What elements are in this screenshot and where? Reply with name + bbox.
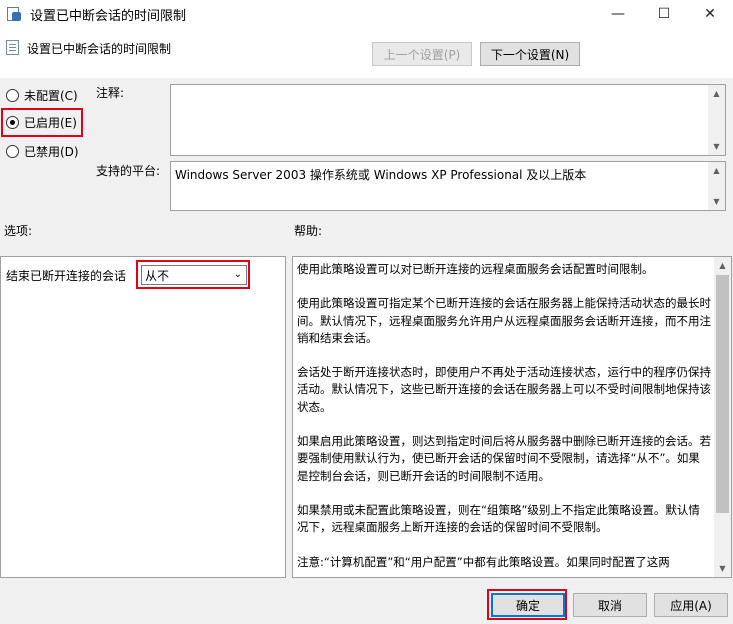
help-paragraph: 使用此策略设置可指定某个已断开连接的会话在服务器上能保持活动状态的最长时间。默认… bbox=[297, 296, 711, 345]
prev-setting-button[interactable]: 上一个设置(P) bbox=[372, 42, 472, 66]
help-label: 帮助: bbox=[294, 224, 323, 238]
next-setting-button[interactable]: 下一个设置(N) bbox=[480, 42, 580, 66]
title-bar: 设置已中断会话的时间限制 — ☐ ✕ bbox=[0, 0, 733, 28]
radio-disabled[interactable]: 已禁用(D) bbox=[6, 141, 79, 161]
highlight-box-select bbox=[136, 260, 250, 289]
apply-button[interactable]: 应用(A) bbox=[654, 593, 728, 617]
maximize-button[interactable]: ☐ bbox=[641, 0, 687, 28]
help-paragraph: 会话处于断开连接状态时，即使用户不再处于活动连接状态，运行中的程序仍保持活动。默… bbox=[297, 365, 711, 414]
disconnect-limit-label: 结束已断开连接的会话 bbox=[6, 269, 127, 283]
scroll-down-icon[interactable]: ▼ bbox=[708, 193, 725, 210]
platform-label: 支持的平台: bbox=[96, 164, 161, 178]
comment-textarea[interactable]: ▲ ▼ bbox=[170, 84, 726, 156]
comment-label: 注释: bbox=[96, 86, 125, 100]
help-paragraph: 注意:“计算机配置”和“用户配置”中都有此策略设置。如果同时配置了这两 bbox=[297, 554, 670, 569]
platform-text: Windows Server 2003 操作系统或 Windows XP Pro… bbox=[175, 168, 587, 182]
platform-box: Windows Server 2003 操作系统或 Windows XP Pro… bbox=[170, 161, 726, 211]
policy-app-icon bbox=[6, 6, 22, 22]
help-paragraph: 如果禁用或未配置此策略设置，则在“组策略”级别上不指定此策略设置。默认情况下，远… bbox=[297, 502, 700, 535]
scroll-down-icon[interactable]: ▼ bbox=[708, 138, 725, 155]
policy-header: 设置已中断会话的时间限制 上一个设置(P) 下一个设置(N) bbox=[0, 28, 733, 78]
radio-not-configured-label: 未配置(C) bbox=[24, 88, 78, 103]
policy-title: 设置已中断会话的时间限制 bbox=[27, 42, 172, 56]
close-button[interactable]: ✕ bbox=[687, 0, 733, 28]
scroll-up-icon[interactable]: ▲ bbox=[708, 162, 725, 179]
help-text: 使用此策略设置可以对已断开连接的远程桌面服务会话配置时间限制。 使用此策略设置可… bbox=[297, 261, 711, 577]
scroll-up-icon[interactable]: ▲ bbox=[714, 257, 731, 274]
radio-not-configured[interactable]: 未配置(C) bbox=[6, 85, 78, 105]
highlight-box-enabled bbox=[1, 108, 83, 137]
help-paragraph: 如果启用此策略设置，则达到指定时间后将从服务器中删除已断开连接的会话。若要强制使… bbox=[297, 434, 711, 483]
help-scrollbar[interactable]: ▲ ▼ bbox=[714, 257, 731, 577]
radio-disabled-label: 已禁用(D) bbox=[24, 144, 79, 159]
scroll-up-icon[interactable]: ▲ bbox=[708, 85, 725, 102]
radio-not-configured-circle[interactable] bbox=[6, 88, 19, 102]
cancel-button[interactable]: 取消 bbox=[573, 593, 647, 617]
minimize-button[interactable]: — bbox=[595, 0, 641, 28]
policy-setting-icon bbox=[6, 40, 22, 56]
help-paragraph: 使用此策略设置可以对已断开连接的远程桌面服务会话配置时间限制。 bbox=[297, 262, 654, 276]
help-scroll-thumb[interactable] bbox=[716, 275, 729, 513]
options-label: 选项: bbox=[4, 224, 33, 238]
comment-scrollbar[interactable]: ▲ ▼ bbox=[708, 85, 725, 155]
options-pane: 结束已断开连接的会话 从不 ⌄ bbox=[0, 256, 286, 578]
window-title: 设置已中断会话的时间限制 bbox=[30, 8, 187, 24]
help-pane: 使用此策略设置可以对已断开连接的远程桌面服务会话配置时间限制。 使用此策略设置可… bbox=[292, 256, 732, 578]
highlight-box-ok bbox=[487, 589, 567, 620]
radio-disabled-circle[interactable] bbox=[6, 144, 19, 158]
scroll-down-icon[interactable]: ▼ bbox=[714, 560, 731, 577]
platform-scrollbar[interactable]: ▲ ▼ bbox=[708, 162, 725, 210]
